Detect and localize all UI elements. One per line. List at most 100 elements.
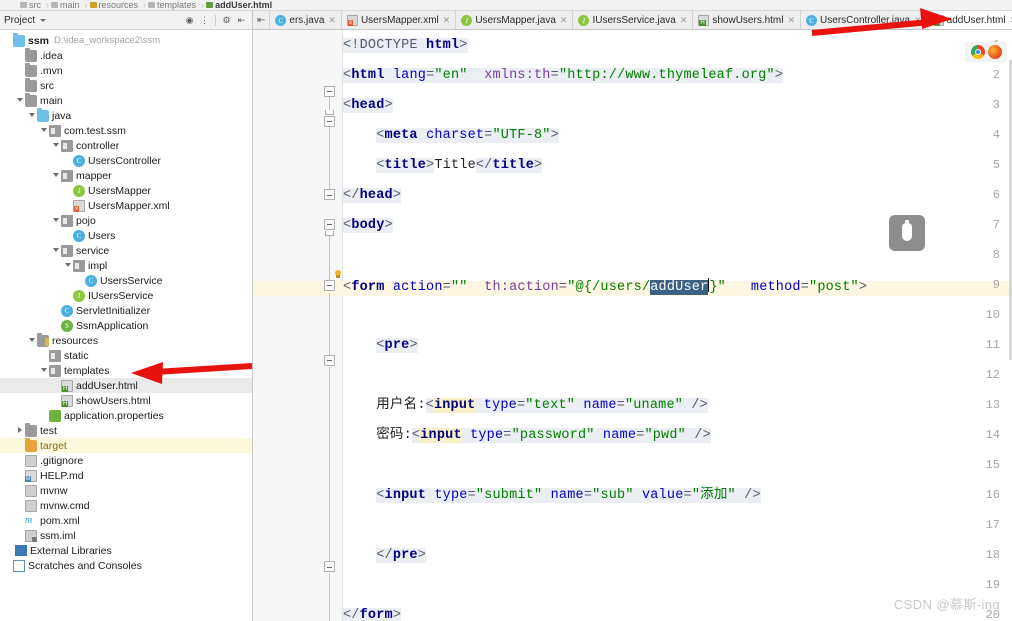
tree-item-impl[interactable]: impl: [0, 258, 252, 273]
code-line-6[interactable]: </head>: [343, 188, 402, 203]
tree-item-main[interactable]: main: [0, 93, 252, 108]
fold-marker-pre[interactable]: [324, 355, 335, 366]
tree-item-usersservice[interactable]: C UsersService: [0, 273, 252, 288]
chevron-down-icon[interactable]: [50, 170, 61, 181]
tree-item-scratches-and-consoles[interactable]: Scratches and Consoles: [0, 558, 252, 573]
intention-bulb-icon[interactable]: [333, 270, 343, 282]
close-icon[interactable]: ✕: [914, 15, 922, 26]
editor-tab-usersmapper-java[interactable]: I UsersMapper.java ✕: [456, 11, 574, 29]
editor-tab-showusers-html[interactable]: showUsers.html ✕: [693, 11, 802, 29]
code-line-2[interactable]: <html lang="en" xmlns:th="http://www.thy…: [343, 68, 784, 83]
code-line-4[interactable]: <meta charset="UTF-8">: [343, 128, 559, 143]
code-line-11[interactable]: <pre>: [343, 338, 418, 353]
tree-item-templates[interactable]: templates: [0, 363, 252, 378]
tree-item-pojo[interactable]: pojo: [0, 213, 252, 228]
tree-item-users[interactable]: C Users: [0, 228, 252, 243]
editor-tab-bar[interactable]: ⇤ Cers.java✕UsersMapper.xml✕IUsersMapper…: [253, 11, 1012, 30]
tree-item-application-properties[interactable]: application.properties: [0, 408, 252, 423]
editor-tab-userscontroller-java[interactable]: C UsersController.java ✕: [801, 11, 928, 29]
tree-item-src[interactable]: src: [0, 78, 252, 93]
tree-item-com-test-ssm[interactable]: com.test.ssm: [0, 123, 252, 138]
close-icon[interactable]: ✕: [328, 15, 336, 26]
code-line-5[interactable]: <title>Title</title>: [343, 158, 543, 173]
chevron-down-icon[interactable]: [14, 95, 25, 106]
browser-preview-bar[interactable]: [965, 42, 1007, 62]
tree-item-test[interactable]: test: [0, 423, 252, 438]
code-line-16[interactable]: <input type="submit" name="sub" value="添…: [343, 488, 761, 503]
code-line-18[interactable]: </pre>: [343, 548, 427, 563]
close-icon[interactable]: ✕: [680, 15, 688, 26]
chevron-down-icon[interactable]: [50, 215, 61, 226]
collapse-all-icon[interactable]: ⋮: [198, 14, 211, 27]
breadcrumb-item-resources[interactable]: resources: [88, 0, 144, 10]
chevron-down-icon[interactable]: [26, 335, 37, 346]
tree-item-ssmapplication[interactable]: S SsmApplication: [0, 318, 252, 333]
editor-tab-adduser-html[interactable]: addUser.html✕: [927, 11, 1012, 29]
breadcrumb-item-src[interactable]: src: [18, 0, 46, 10]
tree-item-usersmapper[interactable]: I UsersMapper: [0, 183, 252, 198]
tree-item-controller[interactable]: controller: [0, 138, 252, 153]
tree-item-ssm-iml[interactable]: ssm.iml: [0, 528, 252, 543]
chevron-down-icon[interactable]: [38, 365, 49, 376]
close-icon[interactable]: ✕: [443, 15, 451, 26]
chevron-right-icon[interactable]: [14, 425, 25, 436]
tree-item-target[interactable]: target: [0, 438, 252, 453]
code-line-19[interactable]: [343, 578, 351, 593]
breadcrumb-item-main[interactable]: main: [49, 0, 85, 10]
tree-item-gitignore[interactable]: .gitignore: [0, 453, 252, 468]
editor-gutter[interactable]: [253, 30, 324, 621]
firefox-icon[interactable]: [987, 45, 1002, 59]
fold-marker-pre-end[interactable]: [324, 561, 335, 572]
code-line-10[interactable]: [343, 308, 351, 323]
tree-item-mvn[interactable]: .mvn: [0, 63, 252, 78]
tree-item-servletinitializer[interactable]: C ServletInitializer: [0, 303, 252, 318]
breadcrumb-item-adduser-html[interactable]: addUser.html: [204, 0, 277, 10]
tree-item-mvnw[interactable]: mvnw: [0, 483, 252, 498]
tree-item-mvnw-cmd[interactable]: mvnw.cmd: [0, 498, 252, 513]
tree-item-pom-xml[interactable]: m pom.xml: [0, 513, 252, 528]
tree-item-static[interactable]: static: [0, 348, 252, 363]
tree-item-usersmapper-xml[interactable]: UsersMapper.xml: [0, 198, 252, 213]
settings-gear-icon[interactable]: ⚙: [220, 14, 233, 27]
tree-item-java[interactable]: java: [0, 108, 252, 123]
chrome-icon[interactable]: [970, 45, 985, 59]
editor-code-area[interactable]: <!DOCTYPE html> <html lang="en" xmlns:th=…: [343, 30, 1012, 621]
code-line-1[interactable]: <!DOCTYPE html>: [343, 38, 468, 53]
editor-tab-ers-java[interactable]: Cers.java ✕: [270, 11, 342, 29]
tree-item-adduser-html[interactable]: addUser.html: [0, 378, 252, 393]
tab-scroll-left-icon[interactable]: ⇤: [253, 11, 271, 29]
tree-item-ssm[interactable]: ssm D:\idea_workspace2\ssm: [0, 33, 252, 48]
editor-tab-usersmapper-xml[interactable]: UsersMapper.xml ✕: [341, 11, 457, 29]
tree-item-service[interactable]: service: [0, 243, 252, 258]
hide-panel-icon[interactable]: ⇤: [235, 14, 248, 27]
code-line-8[interactable]: [343, 248, 351, 263]
code-line-9[interactable]: <form action="" th:action="@{/users/addU…: [343, 278, 867, 295]
close-icon[interactable]: ✕: [560, 15, 568, 26]
code-line-7[interactable]: <body>: [343, 218, 393, 233]
code-line-3[interactable]: <head>: [343, 98, 393, 113]
target-icon[interactable]: ◉: [183, 14, 196, 27]
code-line-17[interactable]: [343, 518, 351, 533]
code-line-13[interactable]: 用户名:<input type="text" name="uname" />: [343, 398, 708, 413]
chevron-down-icon[interactable]: [50, 140, 61, 151]
tree-item-showusers-html[interactable]: showUsers.html: [0, 393, 252, 408]
project-panel-title[interactable]: Project: [4, 15, 35, 26]
tree-item-resources[interactable]: resources: [0, 333, 252, 348]
fold-marker-html[interactable]: [324, 86, 335, 97]
breadcrumb-item-templates[interactable]: templates: [146, 0, 201, 10]
chevron-down-icon[interactable]: [62, 260, 73, 271]
code-line-15[interactable]: [343, 458, 351, 473]
editor-tab-iusersservice-java[interactable]: I IUsersService.java ✕: [573, 11, 694, 29]
tree-item-userscontroller[interactable]: C UsersController: [0, 153, 252, 168]
chevron-down-icon[interactable]: [50, 245, 61, 256]
code-line-20[interactable]: </form>: [343, 608, 402, 621]
tree-item-mapper[interactable]: mapper: [0, 168, 252, 183]
tree-item-help-md[interactable]: HELP.md: [0, 468, 252, 483]
fold-marker-body[interactable]: [324, 219, 335, 230]
code-line-14[interactable]: 密码:<input type="password" name="pwd" />: [343, 428, 711, 443]
tree-item-external-libraries[interactable]: External Libraries: [0, 543, 252, 558]
tree-item-iusersservice[interactable]: I IUsersService: [0, 288, 252, 303]
tree-item-idea[interactable]: .idea: [0, 48, 252, 63]
chevron-down-icon[interactable]: [26, 110, 37, 121]
close-icon[interactable]: ✕: [788, 15, 796, 26]
